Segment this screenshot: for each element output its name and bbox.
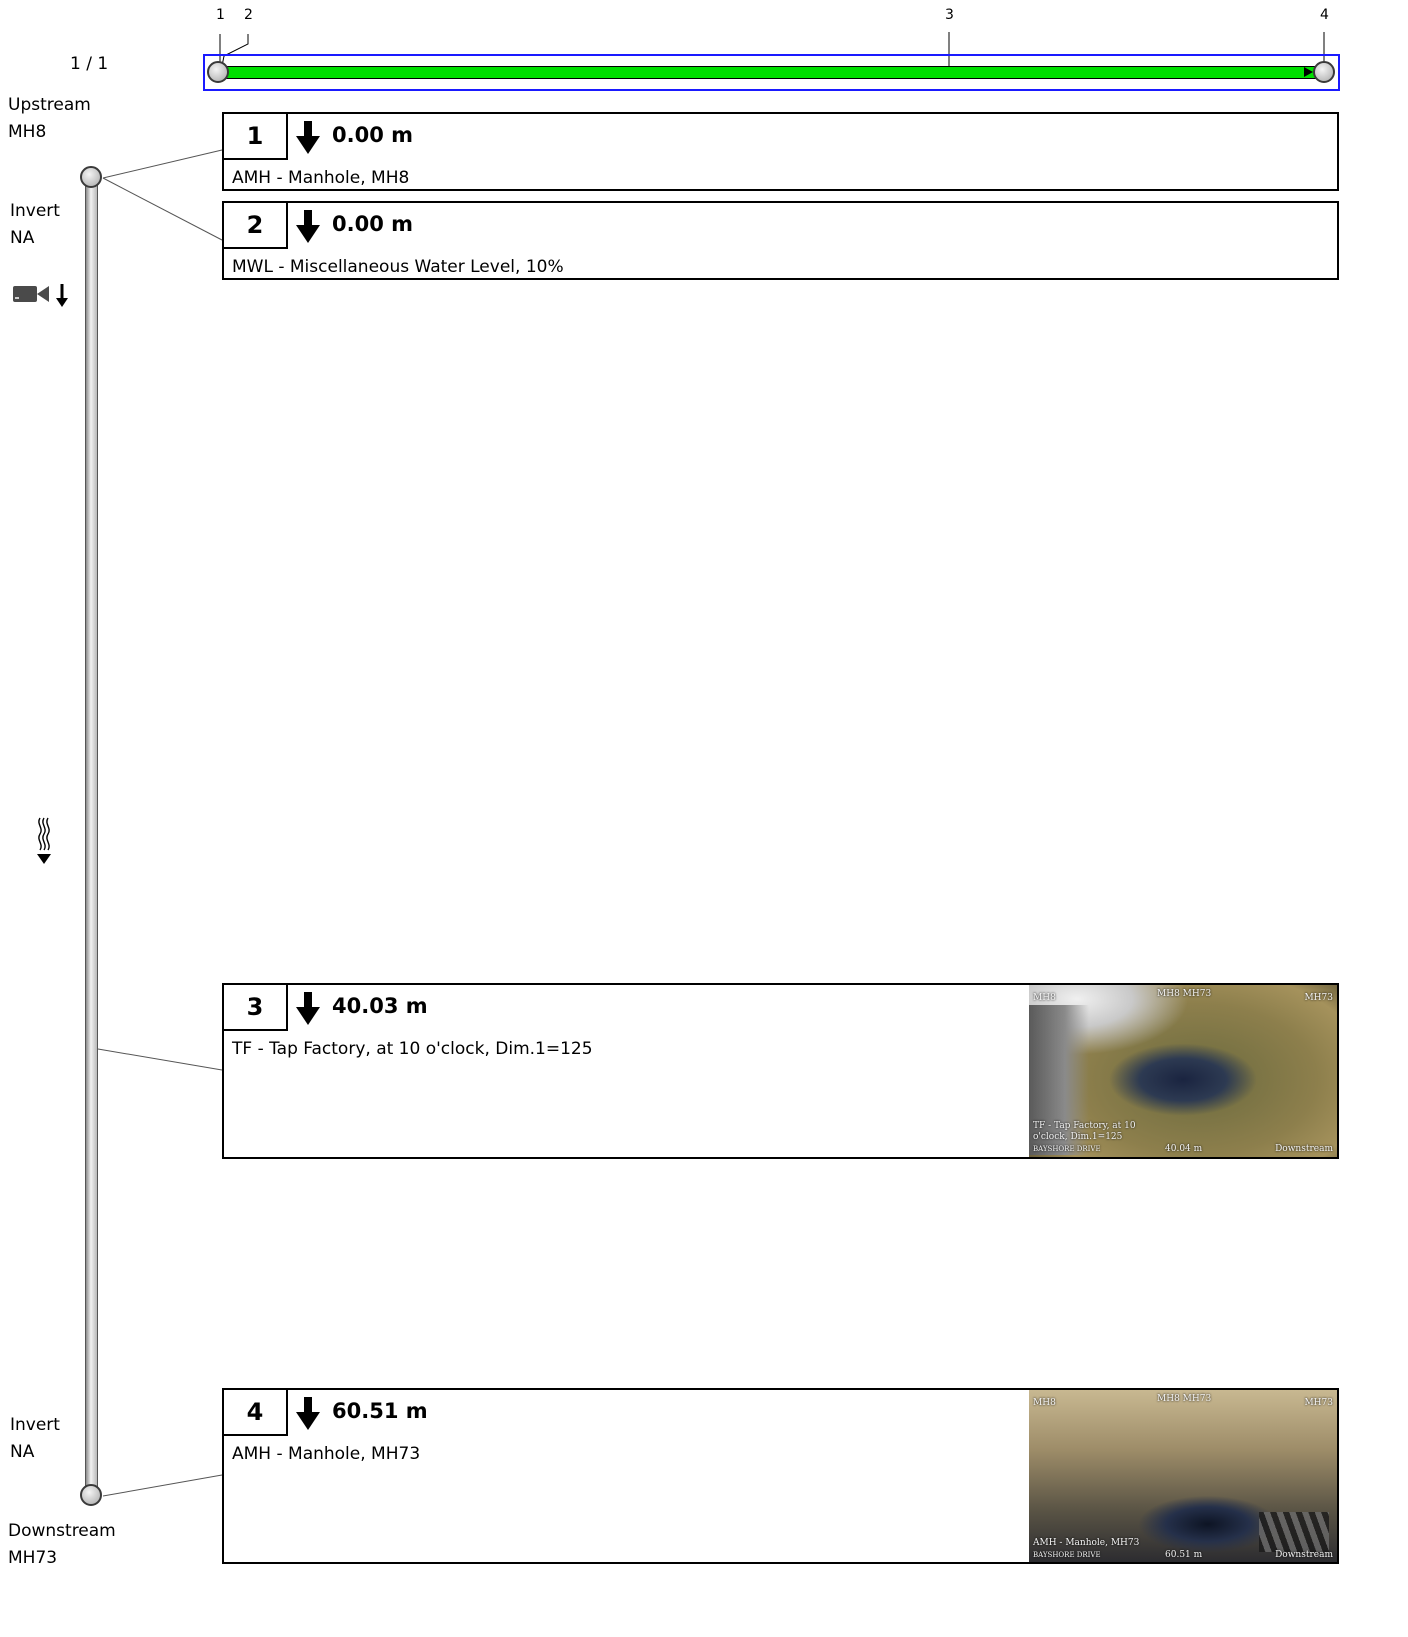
observation-card-4[interactable]: 4 60.51 m AMH - Manhole, MH73 MH8 MH8 MH… [222,1388,1339,1564]
tick-label-2: 2 [244,7,253,23]
tick-label-4: 4 [1320,7,1329,23]
observation-photo[interactable]: MH8 MH8 MH73 MH73 AMH - Manhole, MH73 BA… [1029,1390,1337,1562]
observation-connectors [97,149,223,1497]
observation-number: 2 [224,203,288,249]
observation-description: MWL - Miscellaneous Water Level, 10% [232,257,564,277]
photo-header-left: MH8 [1033,993,1056,1003]
observation-distance: 40.03 m [332,994,428,1018]
overview-end-node[interactable] [1313,61,1335,83]
arrow-down-icon [296,210,320,243]
photo-street: BAYSHORE DRIVE [1033,1145,1101,1153]
observation-distance: 60.51 m [332,1399,428,1423]
observation-description: AMH - Manhole, MH73 [232,1444,421,1464]
observation-description: AMH - Manhole, MH8 [232,168,410,188]
photo-header-center: MH8 MH73 [1157,989,1212,999]
photo-header-left: MH8 [1033,1398,1056,1408]
photo-caption-line1: TF - Tap Factory, at 10 [1033,1121,1136,1131]
observation-distance: 0.00 m [332,212,414,236]
pipe-overview-fill [226,66,1316,79]
photo-direction: Downstream [1275,1550,1333,1560]
tick-label-3: 3 [945,7,954,23]
photo-caption-line1: AMH - Manhole, MH73 [1033,1538,1140,1548]
photo-header-right: MH73 [1304,1398,1333,1408]
arrow-down-icon [296,121,320,154]
observation-number: 1 [224,114,288,160]
photo-header-center: MH8 MH73 [1157,1394,1212,1404]
observation-distance: 0.00 m [332,123,414,147]
observation-photo[interactable]: MH8 MH8 MH73 MH73 TF - Tap Factory, at 1… [1029,985,1337,1157]
observation-number: 4 [224,1390,288,1436]
observation-card-3[interactable]: 3 40.03 m TF - Tap Factory, at 10 o'cloc… [222,983,1339,1159]
photo-caption-line2: o'clock, Dim.1=125 [1033,1132,1123,1142]
photo-distance: 60.51 m [1165,1550,1203,1560]
arrow-down-icon [296,1397,320,1430]
observation-number: 3 [224,985,288,1031]
observation-card-2[interactable]: 2 0.00 m MWL - Miscellaneous Water Level… [222,201,1339,280]
observation-card-1[interactable]: 1 0.00 m AMH - Manhole, MH8 [222,112,1339,191]
observation-description: TF - Tap Factory, at 10 o'clock, Dim.1=1… [232,1039,593,1059]
photo-street: BAYSHORE DRIVE [1033,1551,1101,1559]
photo-direction: Downstream [1275,1144,1333,1154]
photo-header-right: MH73 [1304,993,1333,1003]
arrow-down-icon [296,992,320,1025]
photo-distance: 40.04 m [1165,1144,1203,1154]
